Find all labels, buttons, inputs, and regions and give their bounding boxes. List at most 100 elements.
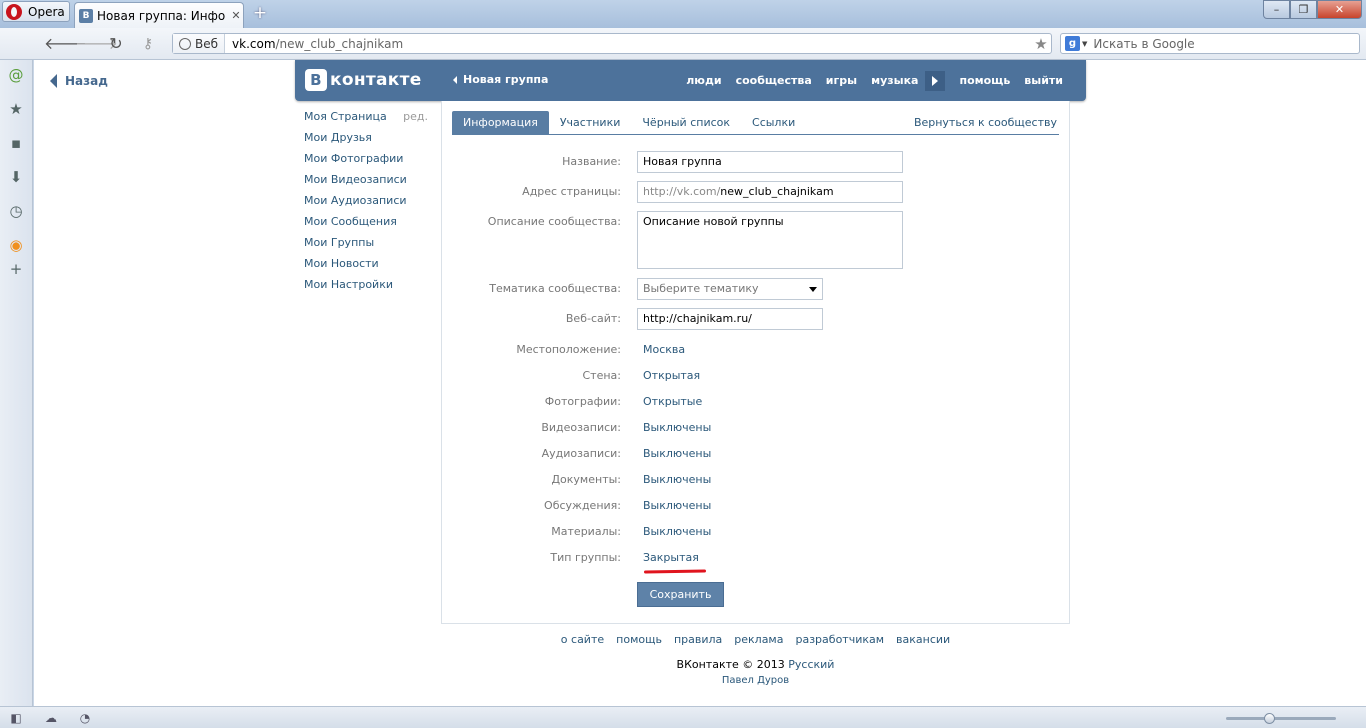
opera-menu-button[interactable]: Opera bbox=[2, 1, 70, 22]
chevron-down-icon[interactable]: ▼ bbox=[1082, 40, 1087, 48]
nav-communities[interactable]: сообщества bbox=[729, 74, 819, 87]
return-to-community-link[interactable]: Вернуться к сообществу bbox=[912, 111, 1059, 134]
mail-icon[interactable]: @ bbox=[7, 66, 25, 84]
form-row-address: Адрес страницы: http://vk.com/new_club_c… bbox=[442, 181, 1069, 203]
vk-logo-badge: В bbox=[305, 69, 327, 91]
footer-author-link[interactable]: Павел Дуров bbox=[441, 675, 1070, 686]
description-textarea[interactable]: Описание новой группы bbox=[637, 211, 903, 269]
new-tab-button[interactable]: + bbox=[250, 4, 270, 22]
nav-more-arrow-icon[interactable] bbox=[925, 70, 946, 91]
tab-links[interactable]: Ссылки bbox=[741, 111, 806, 134]
downloads-icon[interactable]: ⬇ bbox=[7, 168, 25, 186]
name-input[interactable]: Новая группа bbox=[637, 151, 903, 173]
nav-logout[interactable]: выйти bbox=[1017, 74, 1070, 87]
footer-link-ads[interactable]: реклама bbox=[734, 633, 783, 646]
setting-value-link[interactable]: Открытая bbox=[643, 369, 700, 382]
opera-menu-label: Opera bbox=[28, 4, 65, 19]
menu-messages[interactable]: Мои Сообщения bbox=[304, 215, 434, 236]
setting-row-photos: Фотографии: Открытые bbox=[442, 391, 1069, 413]
bookmark-star-icon[interactable]: ★ bbox=[1031, 35, 1051, 53]
address-web-badge[interactable]: Веб bbox=[173, 34, 226, 53]
opera-logo-icon bbox=[6, 3, 22, 20]
menu-my-page-label[interactable]: Моя Страница bbox=[304, 110, 387, 123]
setting-value-link[interactable]: Выключены bbox=[643, 473, 711, 486]
header-nav: люди сообщества игры музыка помощь выйти bbox=[679, 60, 1070, 101]
setting-value-link[interactable]: Выключены bbox=[643, 447, 711, 460]
language-link[interactable]: Русский bbox=[788, 658, 834, 671]
zoom-slider-knob[interactable] bbox=[1264, 713, 1275, 724]
tab-blacklist[interactable]: Чёрный список bbox=[631, 111, 741, 134]
history-clock-icon[interactable]: ◷ bbox=[7, 202, 25, 220]
odnoklassniki-icon[interactable]: ◉ bbox=[7, 236, 25, 254]
footer-link-help[interactable]: помощь bbox=[616, 633, 662, 646]
address-url[interactable]: vk.com/new_club_chajnikam bbox=[225, 37, 1031, 51]
setting-value-link[interactable]: Москва bbox=[643, 343, 685, 356]
restore-button[interactable]: ❐ bbox=[1290, 0, 1317, 19]
address-bar[interactable]: Веб vk.com/new_club_chajnikam ★ bbox=[172, 33, 1052, 54]
save-button[interactable]: Сохранить bbox=[637, 582, 724, 607]
tab-members[interactable]: Участники bbox=[549, 111, 632, 134]
nav-people[interactable]: люди bbox=[679, 74, 728, 87]
add-panel-icon[interactable]: + bbox=[7, 260, 25, 278]
back-arrow-icon[interactable]: 🡐 bbox=[44, 34, 87, 54]
key-icon[interactable]: ⚷ bbox=[138, 34, 158, 54]
menu-videos[interactable]: Мои Видеозаписи bbox=[304, 173, 434, 194]
tab-information[interactable]: Информация bbox=[452, 111, 549, 134]
setting-row-videos: Видеозаписи: Выключены bbox=[442, 417, 1069, 439]
setting-value-link[interactable]: Выключены bbox=[643, 421, 711, 434]
setting-row-wall: Стена: Открытая bbox=[442, 365, 1069, 387]
form-row-website: Веб-сайт: http://chajnikam.ru/ bbox=[442, 308, 1069, 330]
address-value: new_club_chajnikam bbox=[720, 185, 834, 198]
panel-toggle-icon[interactable]: ◧ bbox=[8, 710, 24, 726]
footer-links: о сайте помощь правила реклама разработч… bbox=[441, 633, 1070, 646]
footer-link-rules[interactable]: правила bbox=[674, 633, 722, 646]
notes-icon[interactable]: ▪ bbox=[7, 134, 25, 152]
forward-arrow-icon[interactable]: 🡒 bbox=[75, 34, 118, 54]
group-type-link[interactable]: Закрытая bbox=[643, 551, 699, 564]
footer-link-developers[interactable]: разработчикам bbox=[795, 633, 884, 646]
browser-statusbar: ◧ ☁ ◔ bbox=[0, 706, 1366, 728]
search-field[interactable]: g ▼ Искать в Google bbox=[1060, 33, 1360, 54]
topic-select[interactable]: Выберите тематику bbox=[637, 278, 823, 300]
opera-unite-cloud-icon[interactable]: ☁ bbox=[43, 710, 59, 726]
setting-value-link[interactable]: Выключены bbox=[643, 525, 711, 538]
topic-label: Тематика сообщества: bbox=[489, 282, 621, 295]
menu-my-page[interactable]: Моя Страница ред. bbox=[304, 110, 434, 131]
nav-help[interactable]: помощь bbox=[952, 74, 1017, 87]
address-web-label: Веб bbox=[195, 36, 219, 51]
address-host: vk.com bbox=[232, 36, 276, 51]
footer-link-jobs[interactable]: вакансии bbox=[896, 633, 950, 646]
search-placeholder: Искать в Google bbox=[1093, 36, 1195, 51]
topic-select-value: Выберите тематику bbox=[643, 282, 759, 295]
copyright-text: ВКонтакте © 2013 bbox=[676, 658, 785, 671]
web-page: Назад В контакте Новая группа люди сообщ… bbox=[34, 60, 1366, 706]
google-icon[interactable]: g bbox=[1065, 36, 1080, 51]
website-input[interactable]: http://chajnikam.ru/ bbox=[637, 308, 823, 330]
menu-settings[interactable]: Мои Настройки bbox=[304, 278, 434, 299]
menu-photos[interactable]: Мои Фотографии bbox=[304, 152, 434, 173]
address-input[interactable]: http://vk.com/new_club_chajnikam bbox=[637, 181, 903, 203]
turbo-speed-icon[interactable]: ◔ bbox=[77, 710, 93, 726]
dropdown-arrow-icon bbox=[809, 287, 817, 292]
reload-icon[interactable]: ↻ bbox=[106, 34, 126, 54]
menu-friends[interactable]: Мои Друзья bbox=[304, 131, 434, 152]
tab-close-icon[interactable]: ✕ bbox=[229, 9, 243, 22]
header-breadcrumb[interactable]: Новая группа bbox=[453, 73, 548, 86]
vk-logo[interactable]: В контакте bbox=[305, 69, 422, 91]
nav-games[interactable]: игры bbox=[819, 74, 864, 87]
back-link[interactable]: Назад bbox=[50, 74, 108, 88]
address-label: Адрес страницы: bbox=[522, 185, 621, 198]
footer-link-about[interactable]: о сайте bbox=[561, 633, 604, 646]
browser-tab-active[interactable]: В Новая группа: Инфор... ✕ bbox=[74, 2, 244, 28]
minimize-button[interactable]: – bbox=[1263, 0, 1290, 19]
setting-value-link[interactable]: Выключены bbox=[643, 499, 711, 512]
close-window-button[interactable]: ✕ bbox=[1317, 0, 1362, 19]
edit-link[interactable]: ред. bbox=[403, 110, 428, 124]
menu-groups[interactable]: Мои Группы bbox=[304, 236, 434, 257]
bookmarks-star-icon[interactable]: ★ bbox=[7, 100, 25, 118]
menu-audios[interactable]: Мои Аудиозаписи bbox=[304, 194, 434, 215]
zoom-slider[interactable] bbox=[1226, 713, 1336, 724]
menu-news[interactable]: Мои Новости bbox=[304, 257, 434, 278]
setting-value-link[interactable]: Открытые bbox=[643, 395, 702, 408]
nav-music[interactable]: музыка bbox=[864, 74, 925, 87]
